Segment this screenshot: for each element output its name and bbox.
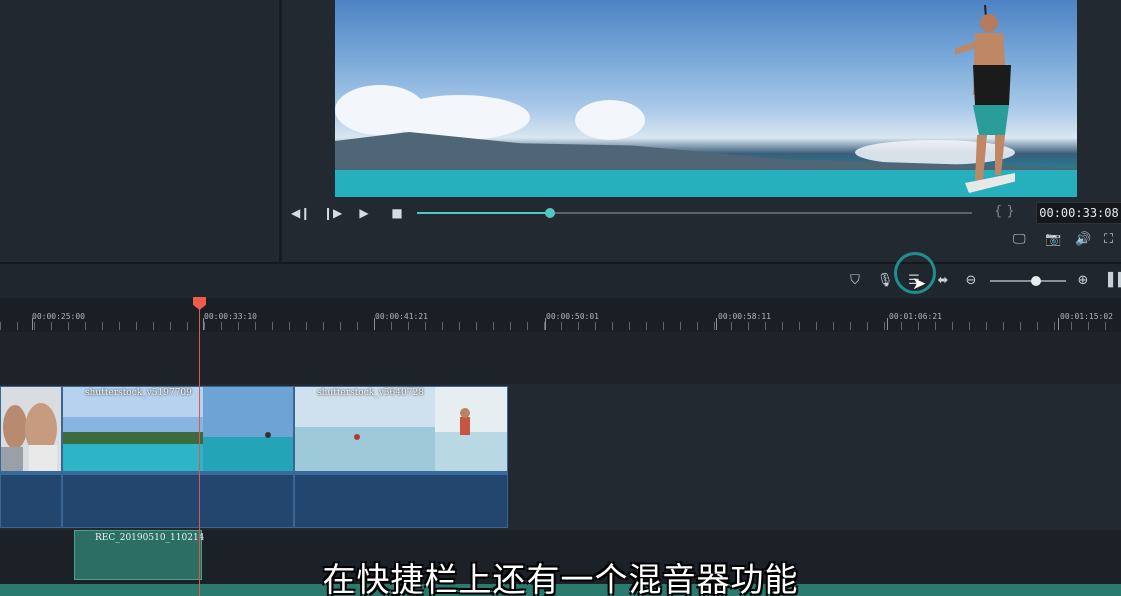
snapshot-icon[interactable]: 📷 bbox=[1045, 232, 1061, 250]
video-clip[interactable] bbox=[0, 386, 62, 528]
current-timecode: 00:00:33:08 bbox=[1036, 202, 1121, 224]
audio-clip-title: REC_20190510_110214 bbox=[95, 533, 205, 543]
more-options-icon[interactable]: ▐▐ bbox=[1103, 272, 1121, 290]
timeline-track-empty[interactable] bbox=[0, 332, 1121, 384]
media-library-panel bbox=[0, 0, 279, 262]
next-frame-button[interactable]: ❙▶ bbox=[323, 205, 342, 221]
clip-thumbnail bbox=[1, 387, 61, 471]
play-button[interactable]: ▶ bbox=[356, 205, 372, 221]
clip-thumbnail bbox=[295, 387, 507, 471]
in-out-markers[interactable]: { } bbox=[994, 204, 1015, 219]
player-controls: ◀❙ ❙▶ ▶ ■ { } 00:00:33:08 bbox=[282, 198, 1121, 228]
progress-fill bbox=[417, 212, 551, 214]
video-clip[interactable]: shutterstock_v5197709 bbox=[62, 386, 294, 528]
ruler-time-label: 00:00:50:01 bbox=[546, 312, 599, 321]
timeline-zoom-slider[interactable] bbox=[990, 276, 1066, 286]
microphone-icon[interactable]: 🎙 bbox=[876, 272, 894, 290]
previous-frame-button[interactable]: ◀❙ bbox=[291, 205, 310, 221]
timeline-ruler[interactable]: 00:00:25:00 00:00:33:10 00:00:41:21 00:0… bbox=[0, 298, 1121, 332]
kitesurfer-figure bbox=[955, 5, 1015, 193]
video-subtitle-caption: 在快捷栏上还有一个混音器功能 bbox=[322, 560, 799, 596]
zoom-out-icon[interactable]: ⊖ bbox=[962, 272, 980, 290]
fullscreen-icon[interactable]: ⛶ bbox=[1104, 232, 1113, 250]
clip-thumbnail bbox=[63, 387, 293, 471]
stop-button[interactable]: ■ bbox=[389, 205, 405, 221]
volume-icon[interactable]: 🔊 bbox=[1075, 232, 1091, 250]
ruler-time-label: 00:01:06:21 bbox=[889, 312, 942, 321]
timeline-toolbar: ⛉ 🎙 ☰ ⬌ ⊖ ⊕ ▐▐ bbox=[0, 264, 1121, 298]
display-settings-icon[interactable]: 🖵 bbox=[1013, 232, 1026, 250]
ruler-time-label: 00:00:58:11 bbox=[718, 312, 771, 321]
ruler-time-label: 00:00:41:21 bbox=[375, 312, 428, 321]
ruler-time-label: 00:01:15:02 bbox=[1060, 312, 1113, 321]
video-clip[interactable]: shutterstock_v5640728 bbox=[294, 386, 508, 528]
zoom-handle[interactable] bbox=[1030, 276, 1041, 286]
clip-title: shutterstock_v5640728 bbox=[317, 388, 424, 398]
zoom-in-icon[interactable]: ⊕ bbox=[1074, 272, 1092, 290]
marker-icon[interactable]: ⛉ bbox=[846, 272, 864, 290]
ruler-time-label: 00:00:33:10 bbox=[204, 312, 257, 321]
fit-timeline-icon[interactable]: ⬌ bbox=[934, 272, 952, 290]
progress-handle[interactable] bbox=[545, 208, 556, 218]
video-preview bbox=[335, 0, 1077, 197]
playback-progress-slider[interactable] bbox=[417, 208, 972, 218]
mouse-cursor-icon: ➤ bbox=[912, 274, 927, 294]
ruler-time-label: 00:00:25:00 bbox=[32, 312, 85, 321]
clip-title: shutterstock_v5197709 bbox=[85, 388, 192, 398]
